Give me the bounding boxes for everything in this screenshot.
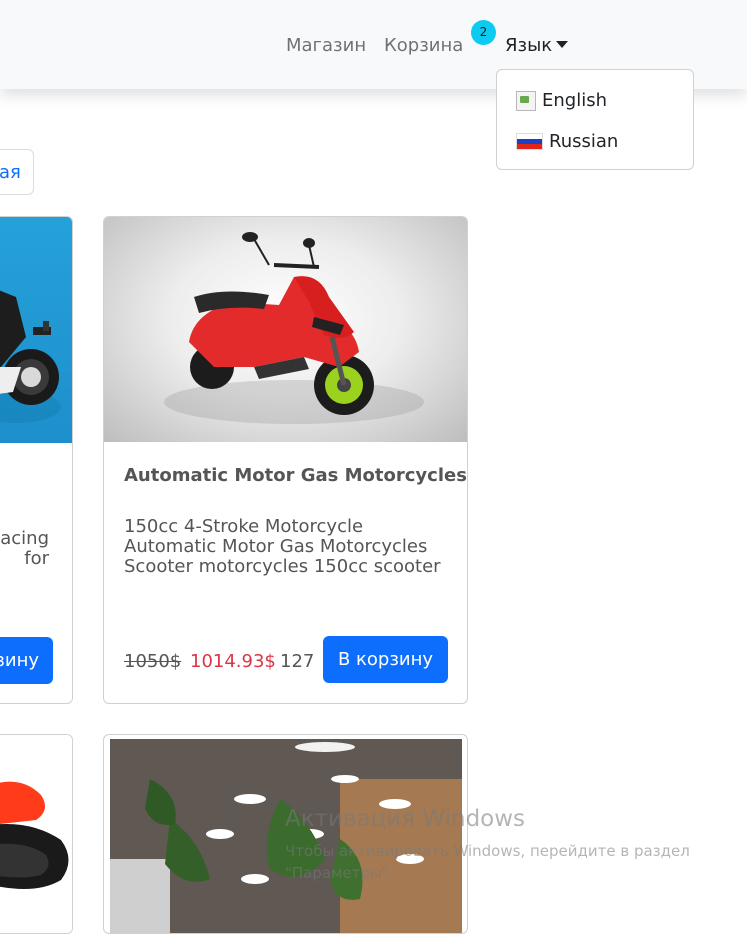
add-to-cart-button[interactable]: В корзину: [323, 636, 448, 683]
product-image: [0, 735, 72, 933]
motorcycle-image: [0, 290, 61, 423]
product-description-line: for: [24, 548, 49, 569]
language-dropdown-menu: English Russian: [496, 69, 694, 170]
watermark-line: Чтобы активировать Windows, перейдите в …: [285, 842, 690, 860]
add-to-cart-button[interactable]: зину: [0, 637, 53, 684]
russia-flag-icon: [516, 133, 543, 150]
product-card: [103, 734, 468, 934]
language-option-english[interactable]: English: [516, 90, 607, 111]
nav-shop-link[interactable]: Магазин: [286, 34, 366, 58]
scooter-image: [164, 232, 424, 424]
product-description-line: acing: [0, 528, 49, 549]
old-price: 1050$: [124, 651, 182, 672]
product-title: Automatic Motor Gas Motorcycles: [124, 465, 467, 486]
language-dropdown-toggle[interactable]: Язык: [505, 34, 569, 58]
product-image: [104, 217, 467, 442]
product-description: acing for: [0, 529, 49, 569]
strap-image: [0, 781, 69, 889]
product-card: Automatic Motor Gas Motorcycles 150cc 4-…: [103, 216, 468, 704]
hanging-lamps-image: [110, 739, 462, 933]
language-option-label: Russian: [549, 131, 619, 152]
language-option-russian[interactable]: Russian: [516, 131, 618, 152]
product-card: acing for зину: [0, 216, 73, 704]
caret-down-icon: [556, 41, 569, 48]
cart-count-badge: 2: [471, 20, 496, 45]
language-option-label: English: [542, 90, 607, 111]
windows-activation-watermark-title: Активация Windows: [285, 806, 526, 832]
watermark-line: "Параметры".: [285, 864, 394, 882]
nav-cart-link[interactable]: Корзина: [384, 34, 463, 58]
windows-activation-watermark-text: Чтобы активировать Windows, перейдите в …: [285, 840, 690, 884]
broken-image-icon: [516, 90, 536, 111]
category-button[interactable]: ая: [0, 149, 34, 195]
product-card: [0, 734, 73, 934]
product-image: [110, 739, 462, 933]
stock-count: 127: [280, 651, 315, 672]
language-label: Язык: [505, 35, 553, 56]
product-image: [0, 217, 72, 443]
product-description: 150cc 4-Stroke Motorcycle Automatic Moto…: [124, 516, 441, 577]
sale-price: 1014.93$: [190, 651, 276, 672]
